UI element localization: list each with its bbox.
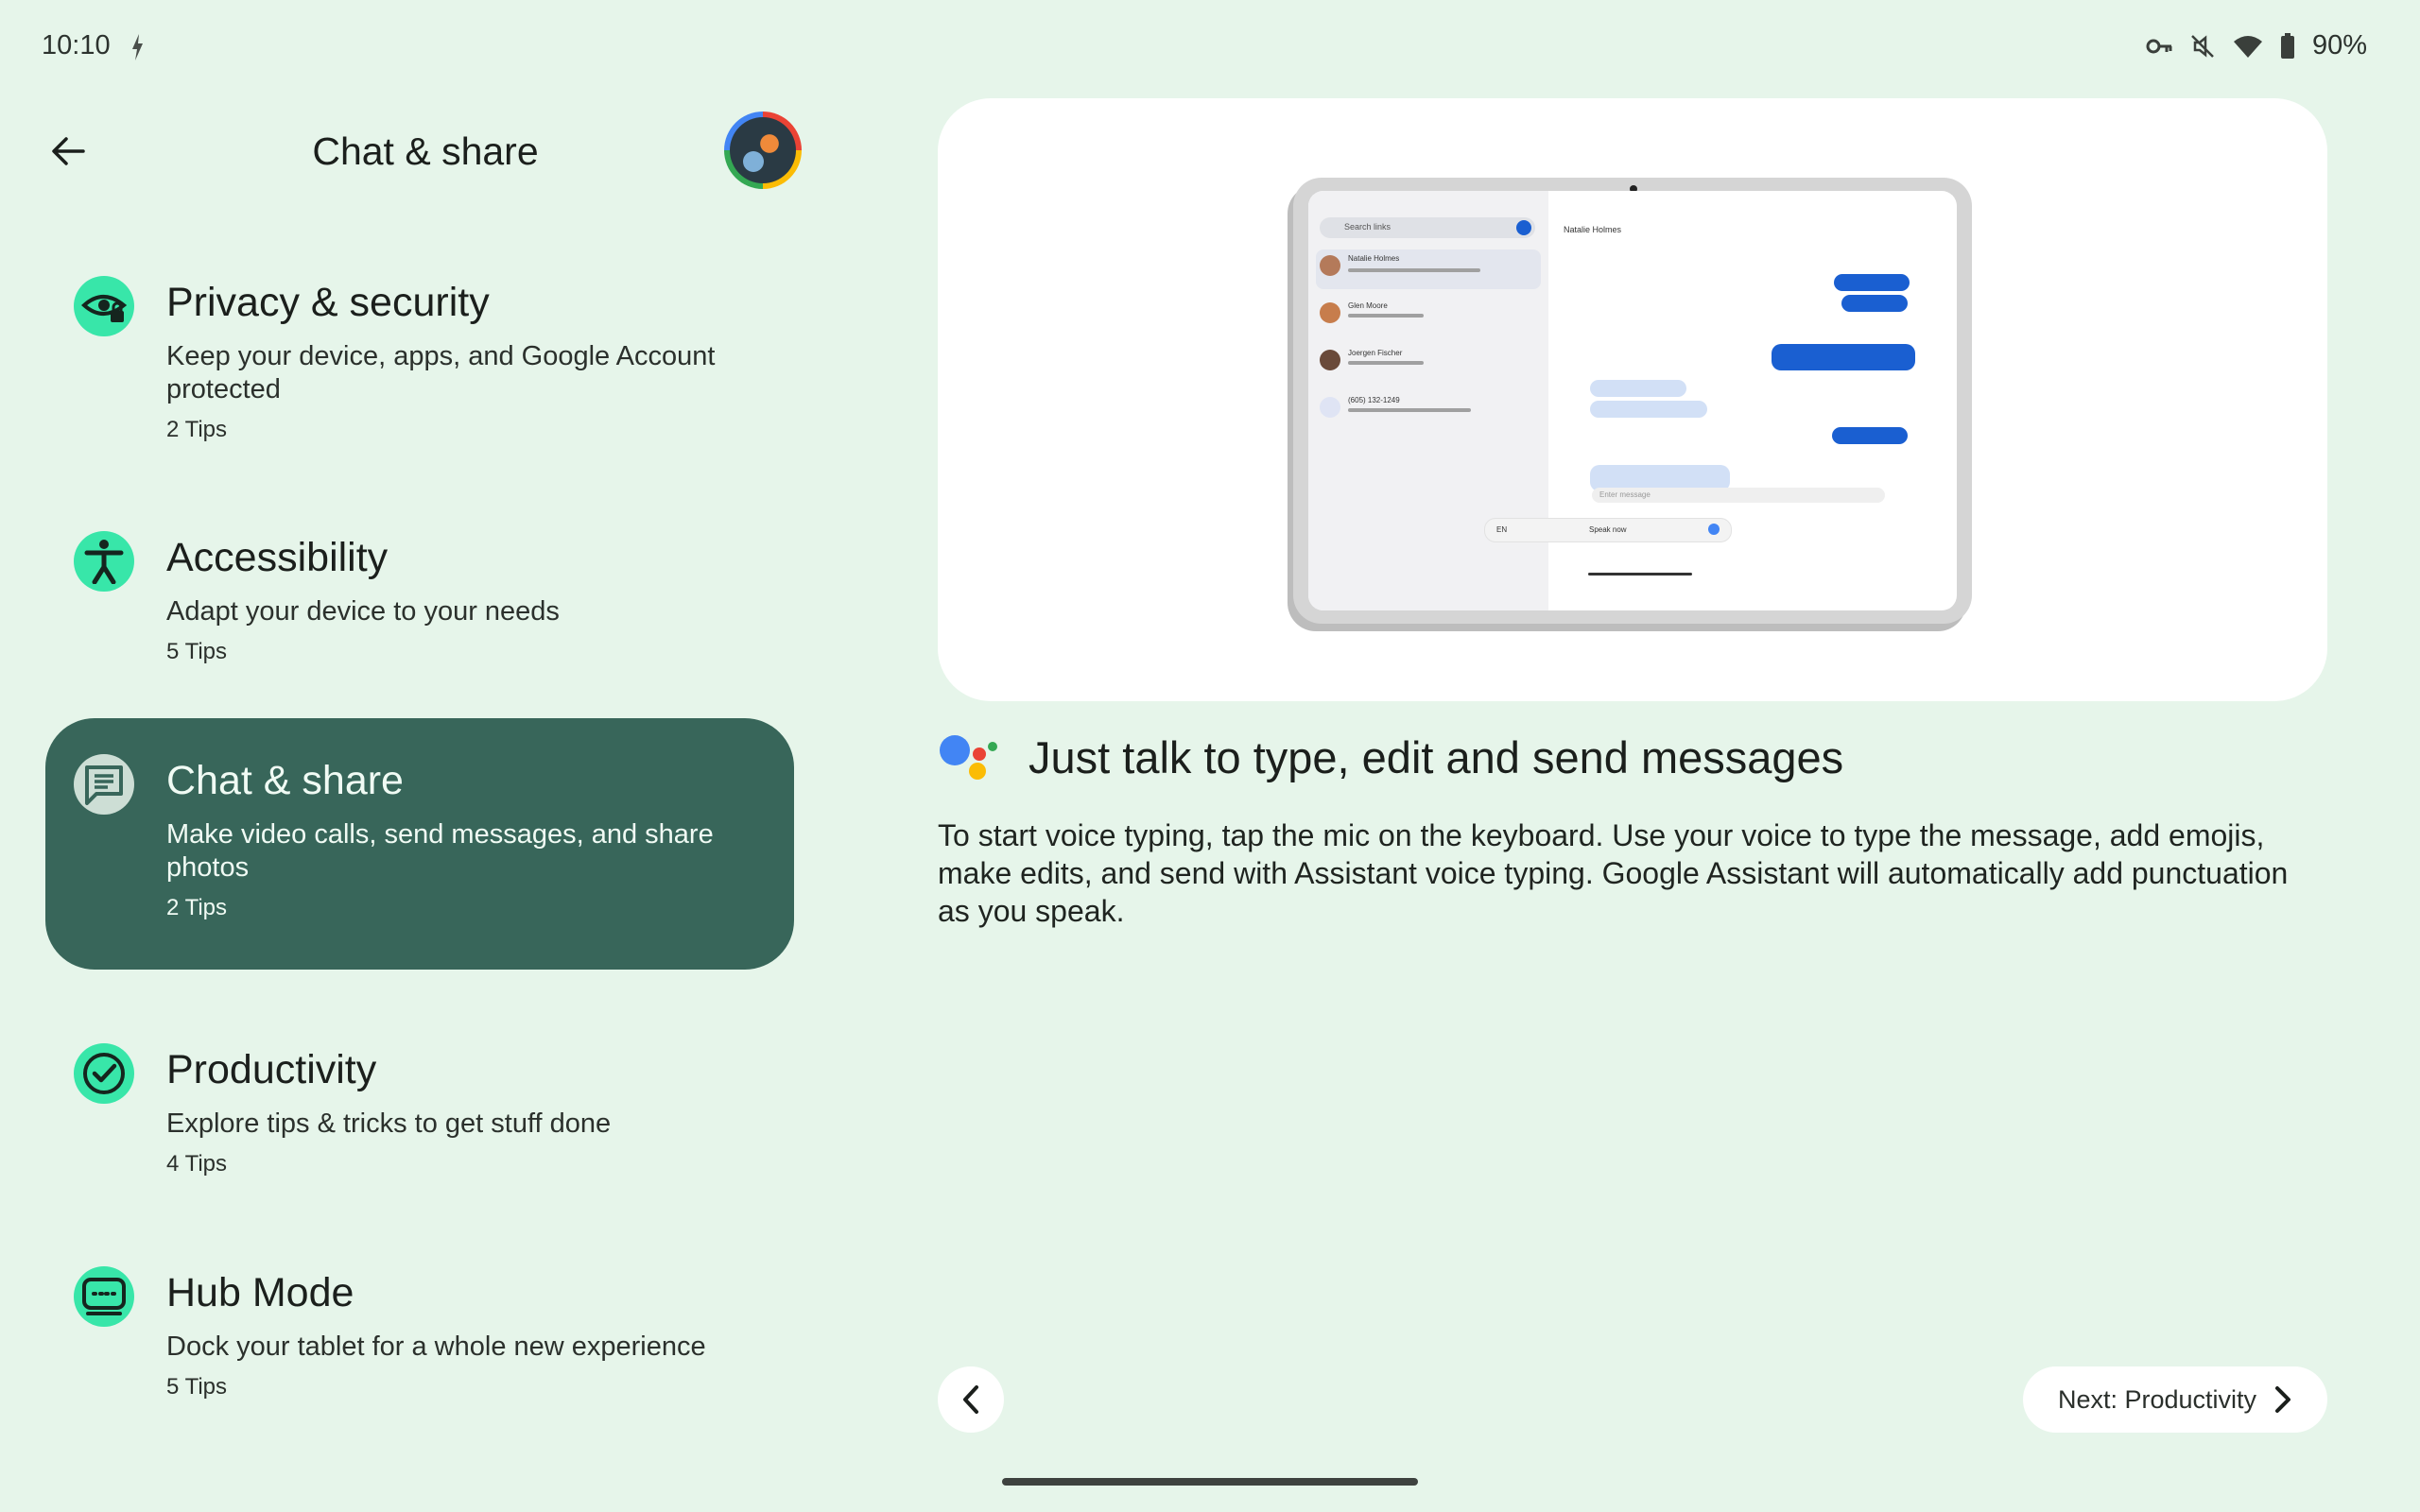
search-placeholder: Search links [1344,222,1392,232]
contact-name: Joergen Fischer [1348,349,1403,357]
message-input: Enter message [1592,488,1885,503]
chevron-right-icon [2275,1386,2291,1413]
google-assistant-icon [938,731,1000,788]
conversation-row: Glen Moore [1316,297,1541,336]
topic-productivity[interactable]: Productivity Explore tips & tricks to ge… [45,1007,794,1193]
topic-description-text: Explore tips & tricks to get stuff done [166,1108,612,1139]
chevron-left-icon [963,1385,978,1414]
messages-app-mockup: Search links Natalie Holmes Glen Moore J… [1308,191,1957,610]
charging-bolt-icon [130,34,144,65]
topic-description: Adapt your device to your needs 5 Tips [166,595,734,666]
home-indicator [1588,573,1692,576]
message-bubble [1841,295,1908,312]
avatar[interactable] [724,112,802,189]
battery-level: 90% [2311,30,2367,60]
tip-title: Just talk to type, edit and send message… [1028,732,1844,782]
message-input-placeholder: Enter message [1599,490,1651,499]
contact-name: (605) 132-1249 [1348,396,1400,404]
next-button[interactable]: Next: Productivity [2023,1366,2327,1433]
conversation-title: Natalie Holmes [1564,225,1622,234]
mic-icon [1708,524,1720,535]
accessibility-icon [74,531,134,592]
topic-tip-count: 4 Tips [166,1151,228,1177]
conversation-row: (605) 132-1249 [1316,391,1541,431]
page-title: Chat & share [312,129,539,173]
eye-lock-icon [74,276,134,336]
ringer-muted-icon [2189,33,2216,60]
contact-avatar [1320,397,1340,418]
topic-description: Explore tips & tricks to get stuff done … [166,1108,734,1178]
message-bubble [1832,427,1908,444]
speak-now-label: Speak now [1589,525,1627,534]
message-bubble [1834,274,1910,291]
topic-title: Accessibility [166,535,389,580]
topic-description-text: Make video calls, send messages, and sha… [166,819,714,883]
status-icons: 90% [2146,30,2367,61]
conversation-row: Natalie Holmes [1316,249,1541,289]
conversation-row: Joergen Fischer [1316,344,1541,384]
topic-title: Hub Mode [166,1270,354,1315]
conversation-list: Search links Natalie Holmes Glen Moore J… [1308,191,1548,610]
topic-description: Dock your tablet for a whole new experie… [166,1331,734,1401]
topic-tip-count: 5 Tips [166,639,228,664]
tip-body: To start voice typing, tap the mic on th… [938,818,2289,928]
compose-icon [1516,220,1531,235]
contact-avatar [1320,302,1340,323]
contact-name: Natalie Holmes [1348,254,1400,263]
hub-mode-icon [74,1266,134,1327]
topic-accessibility[interactable]: Accessibility Adapt your device to your … [45,495,794,680]
check-circle-icon [74,1043,134,1104]
topic-description: Make video calls, send messages, and sha… [166,818,734,922]
topic-title: Privacy & security [166,280,490,325]
battery-icon [2280,32,2295,60]
tablet-illustration: Search links Natalie Holmes Glen Moore J… [1293,178,1972,624]
topic-description-text: Keep your device, apps, and Google Accou… [166,341,716,404]
contact-name: Glen Moore [1348,301,1388,310]
topic-tip-count: 5 Tips [166,1374,228,1400]
contact-avatar [1320,255,1340,276]
status-time: 10:10 [42,30,111,60]
topic-description-text: Dock your tablet for a whole new experie… [166,1332,706,1362]
topic-chat-share[interactable]: Chat & share Make video calls, send mess… [45,718,794,970]
topic-tip-count: 2 Tips [166,895,228,920]
arrow-back-icon [52,137,85,165]
topic-title: Chat & share [166,758,404,803]
tip-preview-card: Search links Natalie Holmes Glen Moore J… [938,98,2327,701]
keyboard-language: EN [1496,525,1508,534]
message-bubble [1590,380,1686,397]
wifi-icon [2233,34,2263,59]
status-bar: 10:10 90% [0,0,2420,98]
vpn-key-icon [2146,37,2172,56]
contact-avatar [1320,350,1340,370]
previous-button[interactable] [938,1366,1004,1433]
chat-icon [74,754,134,815]
message-bubble [1772,344,1915,370]
message-bubble [1590,401,1707,418]
topic-tip-count: 2 Tips [166,417,228,442]
voice-typing-bar: EN Speak now [1484,518,1732,542]
avatar-image [730,117,796,183]
topic-title: Productivity [166,1047,377,1092]
search-bar: Search links [1320,217,1535,238]
topic-description-text: Adapt your device to your needs [166,596,560,627]
topic-hub-mode[interactable]: Hub Mode Dock your tablet for a whole ne… [45,1230,794,1416]
back-button[interactable] [42,125,95,178]
topic-privacy-security[interactable]: Privacy & security Keep your device, app… [45,240,794,454]
gesture-navigation-bar[interactable] [1002,1478,1418,1486]
next-button-label: Next: Productivity [2057,1384,2257,1414]
topic-description: Keep your device, apps, and Google Accou… [166,340,734,444]
